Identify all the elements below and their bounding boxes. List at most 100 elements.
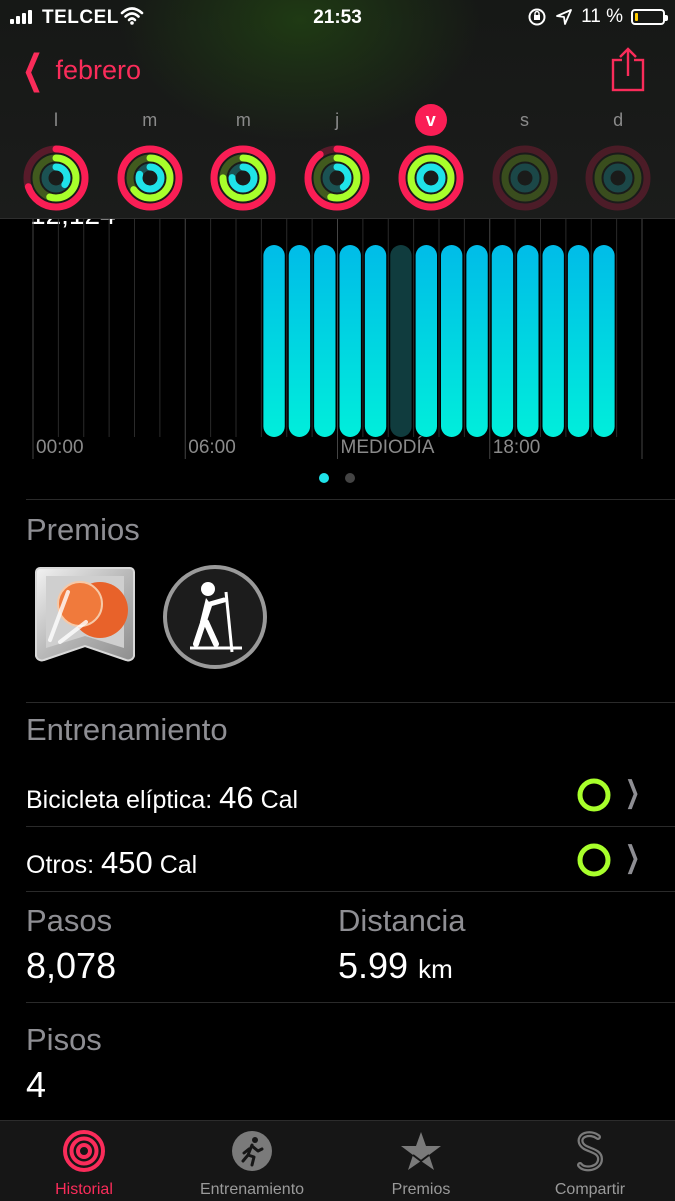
day-1[interactable]: m [110,104,190,212]
workouts-title: Entrenamiento [26,712,228,747]
page-dot[interactable] [345,473,355,483]
x-tick-label: MEDIODÍA [340,437,435,458]
divider [26,826,675,827]
tab-label: Compartir [554,1181,626,1198]
tab-label: Historial [55,1181,113,1198]
activity-rings-icon [210,145,276,211]
workout-ring-icon [577,843,611,877]
distance-value: 5.99 [338,945,409,986]
chart-bar [288,245,311,437]
workout-row-other[interactable]: Otros: 450 Cal ❯ [26,829,675,891]
workout-unit: Cal [159,851,198,879]
divider [26,499,675,500]
steps-label: Pasos [26,903,113,938]
header: TELCEL 21:53 11 % ❮ febrero l m m j v s … [0,0,675,219]
activity-rings-icon [117,145,183,211]
battery-percent: 11 % [581,6,623,27]
day-letter: v [414,104,447,136]
hourly-chart: 12,124 00:0006:00MEDIODÍA18:00 [0,219,675,499]
tab-historial[interactable]: Historial [0,1121,168,1201]
workout-calories: 450 [101,845,153,880]
orientation-lock-icon [528,8,546,26]
share-icon[interactable] [611,46,645,92]
workout-row-elliptical[interactable]: Bicicleta elíptica: 46 Cal ❯ [26,764,675,826]
workout-calories: 46 [219,780,254,815]
ring-track [603,163,633,193]
x-tick-label: 18:00 [492,437,541,458]
chart-bar [593,245,615,437]
anniversary-award-icon[interactable] [30,562,140,672]
x-tick-label: 06:00 [188,437,236,458]
activity-rings-icon [398,145,464,211]
share-s-icon [577,1131,604,1172]
chart-bar [466,245,488,437]
day-letter: l [54,110,58,130]
day-2[interactable]: m [203,104,283,212]
day-6[interactable]: d [578,104,658,212]
chart-bar [542,245,564,437]
chart-bar [339,245,361,437]
chart-bar [441,245,463,437]
day-letter: m [235,110,251,130]
floors-value: 4 [26,1064,47,1105]
distance-value-group: 5.99 km [338,945,453,987]
week-selector: lmmjvsd [0,104,675,214]
day-letter: d [613,110,624,130]
activity-rings-icon [585,145,651,211]
day-letter: j [335,110,340,130]
chart-bar [364,245,387,437]
tab-entrenamiento[interactable]: Entrenamiento [168,1121,336,1201]
chart-bar [491,245,514,437]
chart-plot [32,219,643,459]
tab-bar: Historial Entrenamiento Premios Comparti… [0,1120,675,1201]
back-button[interactable]: ❮ febrero [16,48,141,92]
awards-title: Premios [26,512,140,547]
divider [26,891,675,892]
runner-icon [232,1131,272,1171]
divider [26,702,675,703]
workout-name: Otros: [26,851,95,879]
workout-ring-icon [577,778,611,812]
tab-premios[interactable]: Premios [337,1121,505,1201]
page-indicator[interactable] [0,469,675,483]
activity-rings-icon [492,145,557,211]
day-0[interactable]: l [16,104,96,212]
day-4[interactable]: v [391,104,471,212]
battery-icon [631,9,668,25]
day-letter: s [520,110,529,130]
workout-name: Bicicleta elíptica: [26,786,213,814]
tab-compartir[interactable]: Compartir [506,1121,674,1201]
tab-label: Premios [391,1181,451,1198]
chevron-left-icon: ❮ [21,48,44,92]
activity-rings-icon [304,145,370,211]
activity-rings-icon [63,1130,105,1172]
chart-bar [567,245,590,437]
floors-label: Pisos [26,1022,102,1057]
ring-track [510,163,539,193]
chart-bar [314,245,336,437]
page-dot[interactable] [319,473,329,483]
chart-bar [517,245,539,437]
chevron-right-icon: ❯ [624,776,640,809]
day-5[interactable]: s [485,104,565,212]
tab-label: Entrenamiento [199,1181,305,1198]
steps-value: 8,078 [26,945,117,986]
status-right: 11 % [527,6,668,28]
chart-bar [390,245,412,437]
workout-unit: Cal [260,786,299,814]
x-tick-label: 00:00 [36,437,84,458]
chart-bar [415,245,437,437]
activity-rings-icon [23,145,89,211]
day-letter: m [142,110,158,130]
day-3[interactable]: j [297,104,377,212]
divider [26,1002,675,1003]
status-bar: TELCEL 21:53 11 % [0,0,675,36]
back-button-label: febrero [55,54,142,85]
distance-label: Distancia [338,903,466,938]
star-award-icon [401,1132,441,1170]
elliptical-workout-award-icon[interactable] [160,562,270,672]
ring-progress [416,163,446,193]
distance-unit: km [418,954,453,984]
chart-bar [263,245,285,437]
location-arrow-icon [556,9,572,25]
